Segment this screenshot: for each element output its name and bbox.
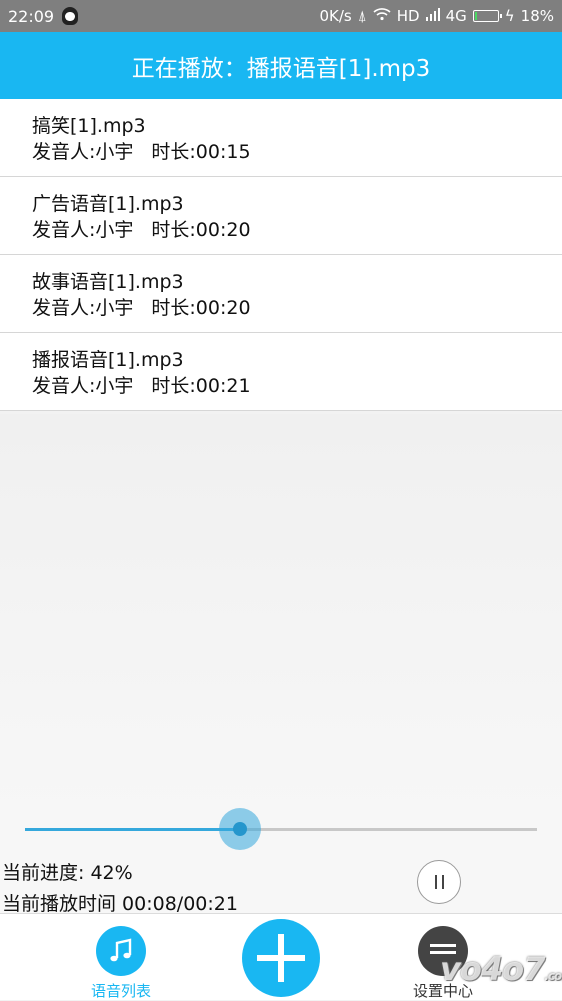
- status-right-group: 0K/s ⍋ HD 4G ϟ 18%: [319, 7, 554, 25]
- player-panel: 当前进度: 42% 当前播放时间 00:08/00:21: [0, 800, 562, 915]
- track-name: 广告语音[1].mp3: [32, 193, 184, 215]
- pause-icon: [434, 875, 437, 889]
- location-icon: ⍋: [357, 7, 367, 25]
- music-note-icon: [96, 926, 146, 976]
- voice-list: 搞笑[1].mp3 发音人:小宇 时长:00:15 广告语音[1].mp3 发音人…: [0, 99, 562, 411]
- hd-indicator: HD: [396, 7, 420, 25]
- now-playing-track: 播报语音[1].mp3: [246, 55, 431, 82]
- track-speaker: 发音人:小宇: [32, 375, 134, 397]
- track-name: 故事语音[1].mp3: [32, 271, 184, 293]
- add-voice-button[interactable]: [242, 919, 320, 997]
- play-time-label: 当前播放时间 00:08/00:21: [2, 893, 238, 915]
- empty-list-area: [0, 414, 562, 814]
- pause-button[interactable]: [417, 860, 461, 904]
- list-item[interactable]: 播报语音[1].mp3 发音人:小宇 时长:00:21: [0, 333, 562, 411]
- track-speaker: 发音人:小宇: [32, 219, 134, 241]
- track-name: 播报语音[1].mp3: [32, 349, 184, 371]
- track-duration: 时长:00:21: [151, 375, 251, 397]
- watermark-logo: vo4o7.com: [440, 950, 562, 988]
- track-duration: 时长:00:20: [151, 297, 251, 319]
- status-time: 22:09: [8, 6, 55, 26]
- battery-fill: [474, 12, 478, 20]
- progress-slider-fill: [25, 828, 241, 831]
- track-duration: 时长:00:20: [151, 219, 251, 241]
- now-playing-header: 正在播放： 播报语音[1].mp3: [0, 32, 562, 99]
- nav-voice-list-label: 语音列表: [90, 982, 151, 1000]
- signal-bars-icon: [425, 7, 440, 25]
- track-name: 搞笑[1].mp3: [32, 115, 146, 137]
- status-bar: 22:09 0K/s ⍋ HD 4G ϟ 18%: [0, 0, 562, 32]
- list-item[interactable]: 广告语音[1].mp3 发音人:小宇 时长:00:20: [0, 177, 562, 255]
- wifi-icon: [373, 7, 391, 25]
- progress-label: 当前进度: 42%: [2, 862, 133, 884]
- network-speed: 0K/s: [319, 7, 352, 25]
- track-speaker: 发音人:小宇: [32, 297, 134, 319]
- battery-percent: 18%: [520, 7, 554, 25]
- list-item[interactable]: 搞笑[1].mp3 发音人:小宇 时长:00:15: [0, 99, 562, 177]
- charging-icon: ϟ: [504, 7, 515, 25]
- nav-voice-list[interactable]: 语音列表: [80, 926, 162, 1001]
- qq-notification-icon: [62, 7, 79, 25]
- progress-slider[interactable]: [25, 808, 537, 850]
- list-item[interactable]: 故事语音[1].mp3 发音人:小宇 时长:00:20: [0, 255, 562, 333]
- plus-icon: [257, 934, 305, 982]
- pause-icon: [441, 875, 444, 889]
- progress-slider-thumb[interactable]: [233, 822, 248, 836]
- signal-type: 4G: [445, 7, 467, 25]
- now-playing-prefix: 正在播放：: [131, 55, 247, 82]
- track-duration: 时长:00:15: [151, 141, 251, 163]
- track-speaker: 发音人:小宇: [32, 141, 134, 163]
- battery-icon: [472, 10, 502, 22]
